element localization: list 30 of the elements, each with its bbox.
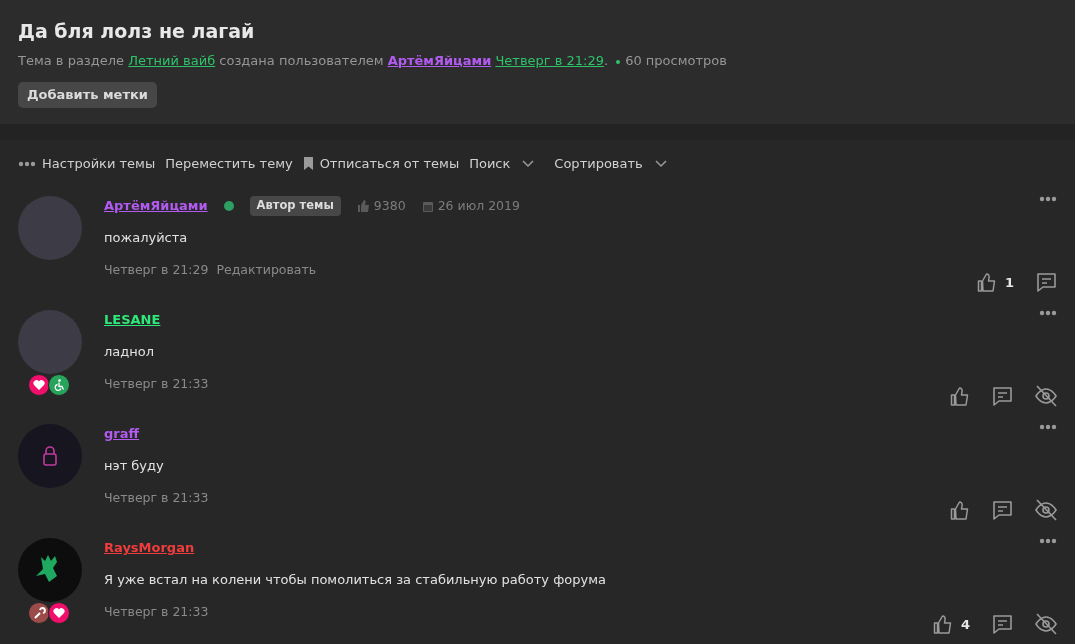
toolbar-button[interactable]: Переместить тему <box>165 153 293 174</box>
join-date: 26 июл 2019 <box>437 196 520 215</box>
toolbar-button[interactable]: Поиск <box>469 153 535 174</box>
post-text: Я уже встал на колени чтобы помолиться за стабильную работу форума <box>104 570 607 589</box>
post-text: ладнол <box>104 342 156 361</box>
toolbar-button[interactable]: Отписаться от темы <box>302 153 460 174</box>
post-text: нэт буду <box>104 456 165 475</box>
author-tag: Автор темы <box>249 196 341 216</box>
likes-total: 9380 <box>373 196 406 215</box>
username-link[interactable]: LESANE <box>104 310 161 330</box>
post-text: пожалуйста <box>104 228 189 247</box>
like-button[interactable]: 1 <box>976 272 1014 294</box>
edit-link[interactable]: Редактировать <box>216 261 317 281</box>
toolbar-button[interactable]: Сортировать <box>554 153 667 174</box>
post-time[interactable]: Четверг в 21:29 <box>104 261 209 281</box>
username-link[interactable]: АртёмЯйцами <box>104 196 208 216</box>
thread-title: Да бля лолз не лагай <box>18 20 256 43</box>
like-button[interactable]: 4 <box>932 613 970 635</box>
post-time[interactable]: Четверг в 21:33 <box>104 375 209 395</box>
post-time[interactable]: Четверг в 21:33 <box>104 603 209 623</box>
view-count: 60 просмотров <box>625 51 727 70</box>
meta-link[interactable]: Летний вайб <box>128 52 216 68</box>
thread-meta: Тема в разделе Летний вайб создана пользователем АртёмЯйцами Четверг в 21:29. <box>18 51 609 70</box>
add-tags-button[interactable]: Добавить метки <box>18 82 157 108</box>
username-link[interactable]: graff <box>104 424 140 444</box>
meta-link[interactable]: Четверг в 21:29 <box>495 52 605 68</box>
username-link[interactable]: RaysMorgan <box>104 538 195 558</box>
post-time[interactable]: Четверг в 21:33 <box>104 489 209 509</box>
author-link[interactable]: АртёмЯйцами <box>387 52 492 68</box>
toolbar-button[interactable]: Настройки темы <box>18 153 156 174</box>
